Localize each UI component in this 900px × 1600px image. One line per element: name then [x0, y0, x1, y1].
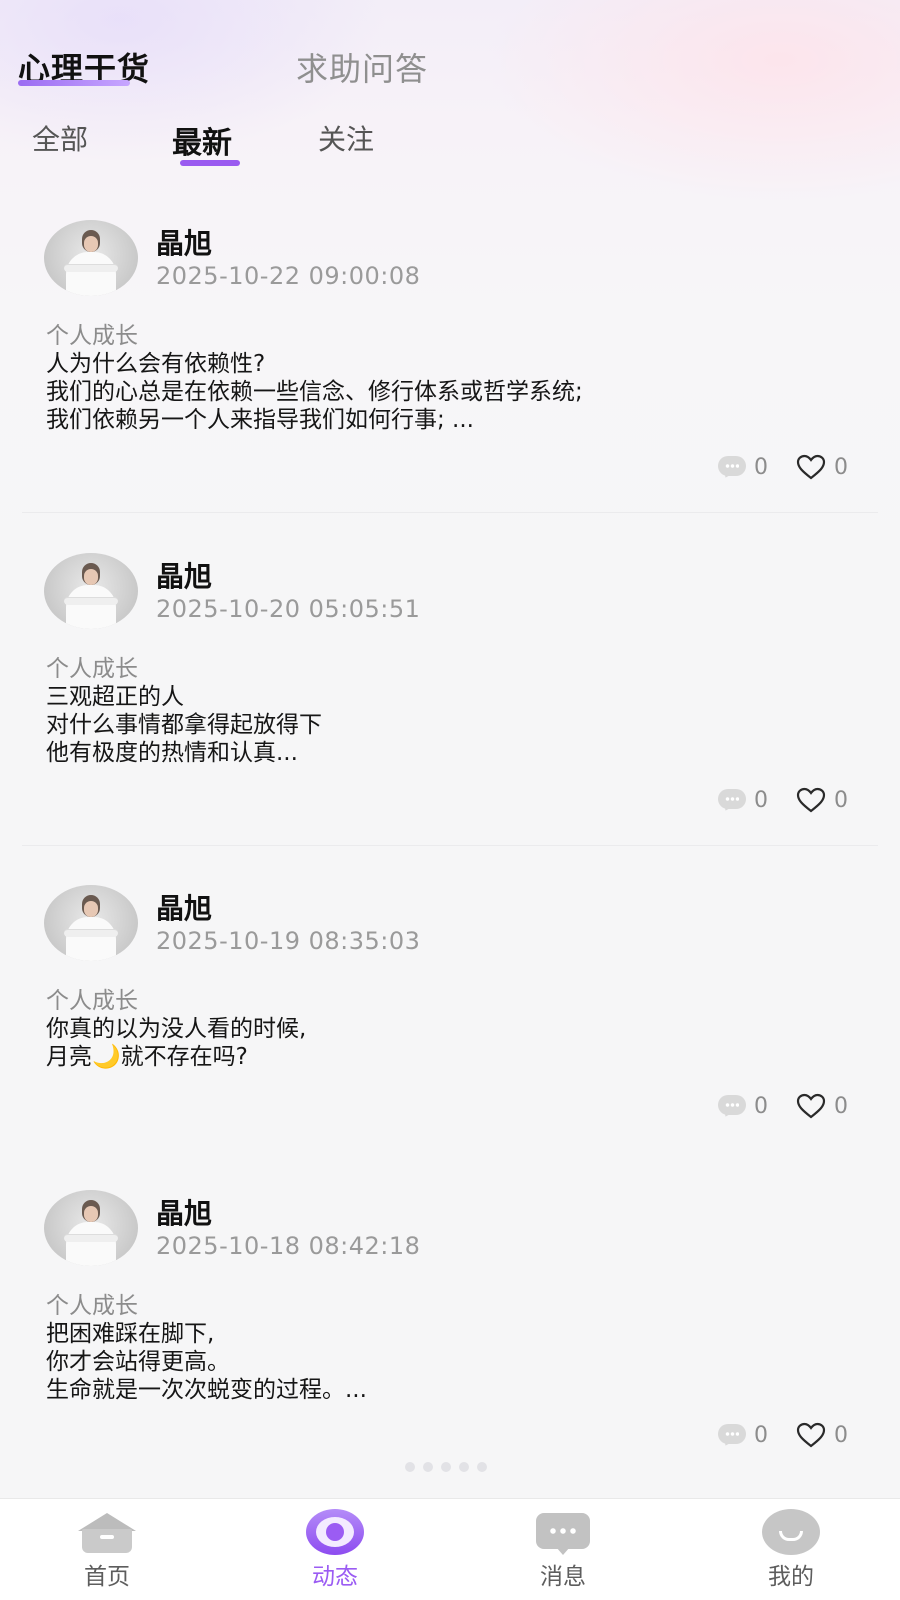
post-timestamp: 2025-10-19 08:35:03 [156, 927, 421, 955]
tab-home[interactable]: 首页 [32, 1499, 182, 1600]
avatar[interactable] [44, 553, 138, 629]
avatar[interactable] [44, 1190, 138, 1266]
tab-help-qa[interactable]: 求助问答 [296, 44, 428, 90]
like-count: 0 [834, 787, 848, 813]
like-button[interactable]: 0 [796, 452, 848, 482]
post-content-line: 我们依赖另一个人来指导我们如何行事; ... [46, 407, 474, 433]
post-stats: 0 0 [718, 785, 858, 815]
message-icon [536, 1513, 590, 1557]
comment-count: 0 [754, 454, 768, 480]
filter-tab-all[interactable]: 全部 [32, 118, 88, 158]
post-category: 个人成长 [46, 1293, 138, 1319]
post-category: 个人成长 [46, 323, 138, 349]
post-content-line: 把困难踩在脚下, [46, 1321, 215, 1347]
moments-icon [306, 1509, 364, 1557]
post-timestamp: 2025-10-20 05:05:51 [156, 595, 421, 623]
post-content-line: 月亮🌙就不存在吗? [46, 1044, 248, 1070]
post-stats: 0 0 [718, 1420, 858, 1450]
post-content-line: 你才会站得更高。 [46, 1349, 230, 1375]
post-card[interactable]: 晶旭 2025-10-22 09:00:08 个人成长 人为什么会有依赖性? 我… [0, 200, 900, 513]
filter-tab-latest[interactable]: 最新 [172, 118, 232, 162]
filter-tab-bar: 全部 最新 关注 [0, 110, 900, 170]
post-content-line: 对什么事情都拿得起放得下 [46, 712, 322, 738]
comment-count: 0 [754, 1093, 768, 1119]
app-screen: 心理干货 求助问答 全部 最新 关注 晶旭 2025-10-22 09:00:0… [0, 0, 900, 1600]
tab-label: 动态 [312, 1564, 358, 1590]
post-content-line: 你真的以为没人看的时候, [46, 1016, 307, 1042]
home-icon [78, 1513, 136, 1555]
like-count: 0 [834, 1422, 848, 1448]
post-timestamp: 2025-10-18 08:42:18 [156, 1232, 421, 1260]
post-content-line: 三观超正的人 [46, 684, 184, 710]
post-card[interactable]: 晶旭 2025-10-20 05:05:51 个人成长 三观超正的人 对什么事情… [0, 533, 900, 846]
comment-button[interactable]: 0 [718, 1091, 768, 1121]
post-content-line: 人为什么会有依赖性? [46, 351, 266, 377]
post-content: 三观超正的人 对什么事情都拿得起放得下 他有极度的热情和认真... [46, 683, 846, 767]
like-button[interactable]: 0 [796, 1091, 848, 1121]
comment-button[interactable]: 0 [718, 785, 768, 815]
post-category: 个人成长 [46, 656, 138, 682]
like-count: 0 [834, 1093, 848, 1119]
comment-count: 0 [754, 1422, 768, 1448]
comment-icon [718, 789, 746, 813]
tab-messages[interactable]: 消息 [488, 1499, 638, 1600]
post-divider [22, 512, 878, 513]
post-timestamp: 2025-10-22 09:00:08 [156, 262, 421, 290]
tab-profile[interactable]: 我的 [716, 1499, 866, 1600]
comment-icon [718, 456, 746, 480]
profile-icon [762, 1509, 820, 1557]
tab-label: 首页 [84, 1564, 130, 1590]
post-content: 你真的以为没人看的时候, 月亮🌙就不存在吗? [46, 1015, 846, 1071]
post-card[interactable]: 晶旭 2025-10-18 08:42:18 个人成长 把困难踩在脚下, 你才会… [0, 1170, 900, 1470]
comment-count: 0 [754, 787, 768, 813]
post-content-line: 他有极度的热情和认真... [46, 740, 298, 766]
tab-moments[interactable]: 动态 [260, 1499, 410, 1600]
post-card[interactable]: 晶旭 2025-10-19 08:35:03 个人成长 你真的以为没人看的时候,… [0, 865, 900, 1135]
post-content: 把困难踩在脚下, 你才会站得更高。 生命就是一次次蜕变的过程。... [46, 1320, 846, 1404]
active-tab-indicator [18, 80, 130, 86]
like-button[interactable]: 0 [796, 1420, 848, 1450]
avatar[interactable] [44, 220, 138, 296]
active-filter-indicator [180, 160, 240, 166]
heart-icon [796, 787, 826, 813]
like-button[interactable]: 0 [796, 785, 848, 815]
post-stats: 0 0 [718, 1091, 858, 1121]
primary-tab-bar: 心理干货 求助问答 [0, 0, 900, 100]
post-content-line: 生命就是一次次蜕变的过程。... [46, 1377, 367, 1403]
filter-tab-following[interactable]: 关注 [318, 118, 374, 158]
like-count: 0 [834, 454, 848, 480]
comment-icon [718, 1095, 746, 1119]
scroll-indicator [405, 1462, 495, 1472]
post-author[interactable]: 晶旭 [156, 555, 212, 595]
post-author[interactable]: 晶旭 [156, 1192, 212, 1232]
comment-button[interactable]: 0 [718, 1420, 768, 1450]
post-content-line: 我们的心总是在依赖一些信念、修行体系或哲学系统; [46, 379, 583, 405]
comment-icon [718, 1424, 746, 1448]
post-divider [22, 845, 878, 846]
post-stats: 0 0 [718, 452, 858, 482]
post-author[interactable]: 晶旭 [156, 222, 212, 262]
tab-label: 消息 [540, 1564, 586, 1590]
tab-label: 我的 [768, 1564, 814, 1590]
avatar[interactable] [44, 885, 138, 961]
heart-icon [796, 1093, 826, 1119]
bottom-tab-bar: 首页 动态 消息 我的 [0, 1498, 900, 1600]
post-category: 个人成长 [46, 988, 138, 1014]
post-content: 人为什么会有依赖性? 我们的心总是在依赖一些信念、修行体系或哲学系统; 我们依赖… [46, 350, 846, 434]
post-author[interactable]: 晶旭 [156, 887, 212, 927]
heart-icon [796, 1422, 826, 1448]
comment-button[interactable]: 0 [718, 452, 768, 482]
heart-icon [796, 454, 826, 480]
